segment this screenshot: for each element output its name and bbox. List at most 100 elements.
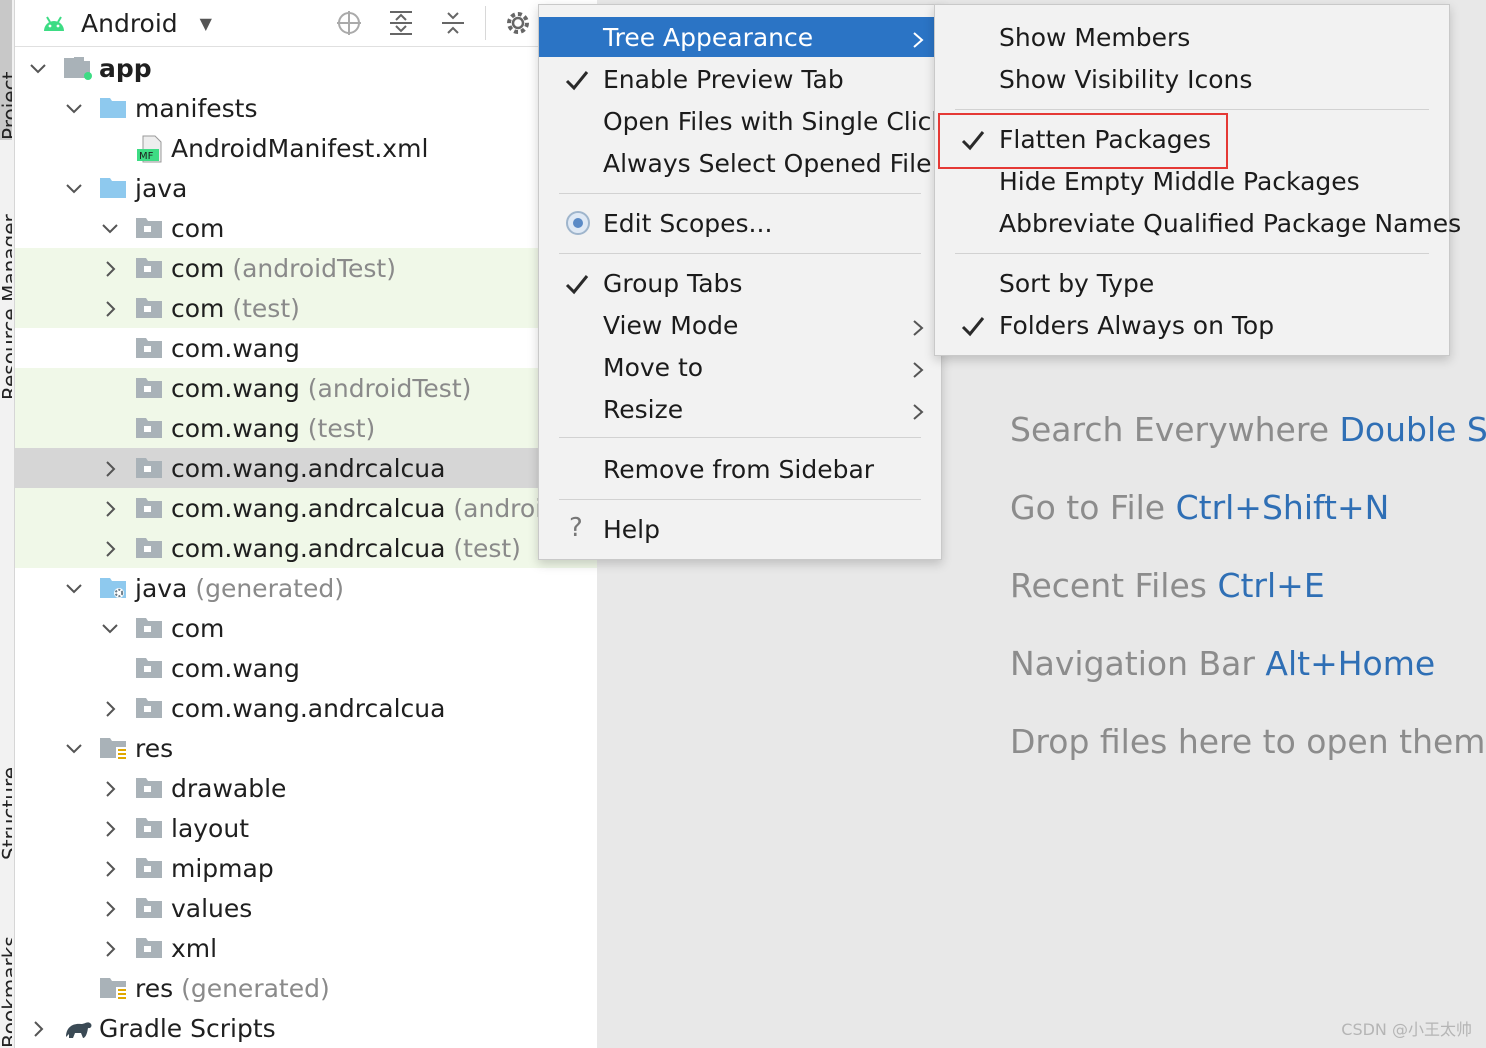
chevron-right-icon[interactable] bbox=[99, 897, 121, 919]
menu-item-show-members[interactable]: Show Members bbox=[935, 17, 1449, 57]
tree-row[interactable]: com.wang (androidTest) bbox=[15, 368, 597, 408]
chevron-down-icon[interactable] bbox=[99, 617, 121, 639]
chevron-right-icon[interactable] bbox=[99, 497, 121, 519]
package-icon bbox=[135, 455, 163, 479]
tree-node-label: res (generated) bbox=[135, 974, 330, 1003]
menu-item-label: Group Tabs bbox=[603, 268, 743, 298]
chevron-right-icon[interactable] bbox=[27, 1017, 49, 1039]
tree-row[interactable]: res bbox=[15, 728, 597, 768]
tree-row[interactable]: com.wang.andrcalcua bbox=[15, 448, 597, 488]
tree-node-label: com.wang bbox=[171, 334, 300, 363]
tree-row[interactable]: com bbox=[15, 208, 597, 248]
tree-row[interactable]: MF AndroidManifest.xml bbox=[15, 128, 597, 168]
tool-tab-bookmarks[interactable]: Bookmarks bbox=[0, 880, 12, 1048]
tree-row[interactable]: java bbox=[15, 168, 597, 208]
menu-item-label: Open Files with Single Click bbox=[603, 106, 946, 136]
chevron-right-icon[interactable] bbox=[99, 817, 121, 839]
menu-item-open-files-with-single-click[interactable]: Open Files with Single Click bbox=[539, 101, 946, 141]
menu-separator bbox=[559, 193, 921, 194]
menu-item-show-visibility-icons[interactable]: Show Visibility Icons bbox=[935, 59, 1449, 99]
tree-row[interactable]: app bbox=[15, 48, 597, 88]
chevron-right-icon[interactable] bbox=[99, 257, 121, 279]
menu-item-sort-by-type[interactable]: Sort by Type bbox=[935, 263, 1449, 303]
menu-item-help[interactable]: ? Help bbox=[539, 509, 941, 549]
chevron-down-icon[interactable] bbox=[63, 737, 85, 759]
expand-all-icon[interactable] bbox=[385, 7, 417, 39]
menu-item-enable-preview-tab[interactable]: Enable Preview Tab bbox=[539, 59, 941, 99]
tree-row[interactable]: mipmap bbox=[15, 848, 597, 888]
tree-row[interactable]: com.wang.andrcalcua (test) bbox=[15, 528, 597, 568]
left-tool-strip: Project Resource Manager Structure Bookm… bbox=[0, 0, 15, 1048]
menu-item-remove-from-sidebar[interactable]: Remove from Sidebar bbox=[539, 449, 941, 489]
tree-row[interactable]: com bbox=[15, 608, 597, 648]
menu-item-edit-scopes[interactable]: Edit Scopes... bbox=[539, 203, 941, 243]
chevron-right-icon[interactable] bbox=[99, 777, 121, 799]
gear-icon[interactable] bbox=[502, 7, 534, 39]
chevron-down-icon[interactable] bbox=[27, 57, 49, 79]
tree-row[interactable]: com (androidTest) bbox=[15, 248, 597, 288]
chevron-down-icon[interactable] bbox=[63, 177, 85, 199]
chevron-right-icon[interactable] bbox=[99, 937, 121, 959]
tree-row[interactable]: java (generated) bbox=[15, 568, 597, 608]
tree-row[interactable]: manifests bbox=[15, 88, 597, 128]
tree-row[interactable]: Gradle Scripts bbox=[15, 1008, 597, 1048]
chevron-down-icon[interactable] bbox=[63, 97, 85, 119]
chevron-right-icon[interactable] bbox=[99, 457, 121, 479]
menu-item-group-tabs[interactable]: Group Tabs bbox=[539, 263, 941, 303]
collapse-all-icon[interactable] bbox=[437, 7, 469, 39]
res-folder-icon bbox=[99, 735, 127, 760]
tree-row[interactable]: com.wang bbox=[15, 328, 597, 368]
tree-node-label: values bbox=[171, 894, 252, 923]
menu-item-hide-empty-middle-packages[interactable]: Hide Empty Middle Packages bbox=[935, 161, 1449, 201]
view-mode-label: Android bbox=[81, 8, 178, 38]
menu-item-abbreviate-qualified-package-names[interactable]: Abbreviate Qualified Package Names bbox=[935, 203, 1461, 243]
chevron-down-icon[interactable] bbox=[99, 217, 121, 239]
tree-node-name: manifests bbox=[135, 93, 258, 123]
package-icon bbox=[135, 375, 163, 399]
hint-text: Recent Files bbox=[1010, 566, 1207, 605]
tree-row[interactable]: xml bbox=[15, 928, 597, 968]
tree-row[interactable]: com.wang.andrcalcua (androidT bbox=[15, 488, 597, 528]
watermark: CSDN @小王太帅 bbox=[1341, 1020, 1472, 1039]
tree-row[interactable]: res (generated) bbox=[15, 968, 597, 1008]
chevron-right-icon[interactable] bbox=[99, 297, 121, 319]
tool-tab-resource-manager[interactable]: Resource Manager bbox=[0, 150, 12, 400]
tool-tab-project[interactable]: Project bbox=[0, 0, 12, 140]
tool-tab-structure[interactable]: Structure bbox=[0, 690, 12, 860]
chevron-down-icon[interactable] bbox=[63, 577, 85, 599]
project-panel: Android ▼ app manifests MF AndroidManifest.… bbox=[15, 0, 597, 1048]
tree-node-name: com.wang bbox=[171, 653, 300, 683]
menu-item-label: Help bbox=[603, 514, 660, 544]
tree-node-label: layout bbox=[171, 814, 249, 843]
tree-row[interactable]: layout bbox=[15, 808, 597, 848]
chevron-right-icon[interactable] bbox=[99, 697, 121, 719]
tree-row[interactable]: values bbox=[15, 888, 597, 928]
package-icon bbox=[135, 655, 163, 679]
tree-row[interactable]: com (test) bbox=[15, 288, 597, 328]
tree-node-name: com bbox=[171, 253, 225, 283]
menu-item-move-to[interactable]: Move to bbox=[539, 347, 941, 387]
menu-item-view-mode[interactable]: View Mode bbox=[539, 305, 941, 345]
locate-icon[interactable] bbox=[333, 7, 365, 39]
menu-item-label: Remove from Sidebar bbox=[603, 454, 875, 484]
hint-recent-files: Recent Files Ctrl+E bbox=[1010, 566, 1325, 605]
menu-item-always-select-opened-file[interactable]: Always Select Opened File bbox=[539, 143, 941, 183]
tree-row[interactable]: com.wang bbox=[15, 648, 597, 688]
chevron-right-icon[interactable] bbox=[99, 537, 121, 559]
menu-item-folders-always-on-top[interactable]: Folders Always on Top bbox=[935, 305, 1449, 345]
android-icon bbox=[44, 16, 64, 31]
view-mode-selector[interactable]: Android ▼ bbox=[41, 6, 212, 40]
tree-node-label: com.wang.andrcalcua (test) bbox=[171, 534, 521, 563]
tree-row[interactable]: com.wang.andrcalcua bbox=[15, 688, 597, 728]
menu-item-label: Resize bbox=[603, 394, 684, 424]
tree-node-label: Gradle Scripts bbox=[99, 1014, 276, 1043]
menu-item-label: Enable Preview Tab bbox=[603, 64, 844, 94]
tree-row[interactable]: drawable bbox=[15, 768, 597, 808]
menu-item-resize[interactable]: Resize bbox=[539, 389, 941, 429]
chevron-right-icon bbox=[911, 27, 925, 48]
menu-item-tree-appearance[interactable]: Tree Appearance bbox=[539, 17, 941, 57]
tree-node-name: mipmap bbox=[171, 853, 274, 883]
tree-node-name: values bbox=[171, 893, 253, 923]
chevron-right-icon[interactable] bbox=[99, 857, 121, 879]
tree-row[interactable]: com.wang (test) bbox=[15, 408, 597, 448]
